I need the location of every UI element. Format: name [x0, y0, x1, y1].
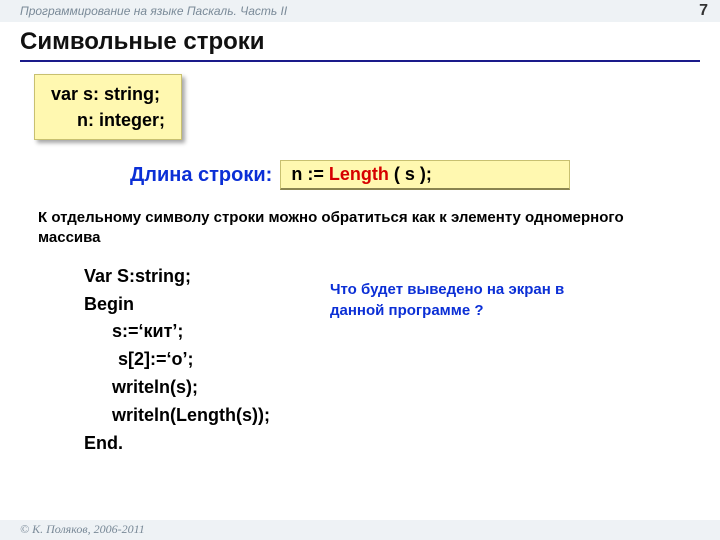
question-text: Что будет выведено на экран в данной про…	[330, 279, 590, 321]
page-number: 7	[699, 2, 708, 20]
decl-line-1: var s: string;	[51, 84, 160, 104]
length-label: Длина строки:	[130, 164, 272, 187]
slide-title: Символьные строки	[20, 28, 700, 62]
length-code: n := Length ( s );	[280, 160, 570, 190]
prog-line-5: writeln(s);	[84, 374, 270, 402]
code-prefix: n :=	[291, 164, 329, 184]
length-row: Длина строки: n := Length ( s );	[130, 160, 700, 190]
decl-line-2: n: integer;	[51, 107, 165, 133]
course-title: Программирование на языке Паскаль. Часть…	[20, 4, 287, 18]
slide-body: Символьные строки var s: string; n: inte…	[0, 22, 720, 540]
prog-line-1: Var S:string;	[84, 266, 191, 286]
code-keyword: Length	[329, 164, 389, 184]
content-columns: Var S:string; Begin s:=‘кит’; s[2]:=‘о’;…	[84, 263, 700, 458]
copyright-text: © К. Поляков, 2006-2011	[20, 522, 145, 536]
footer-bar: © К. Поляков, 2006-2011	[0, 520, 720, 540]
prog-line-3: s:=‘кит’;	[84, 318, 270, 346]
prog-line-2: Begin	[84, 294, 134, 314]
header-bar: Программирование на языке Паскаль. Часть…	[0, 0, 720, 22]
declaration-box: var s: string; n: integer;	[34, 74, 182, 140]
program-listing: Var S:string; Begin s:=‘кит’; s[2]:=‘о’;…	[84, 263, 270, 458]
prog-line-7: End.	[84, 433, 123, 453]
prog-line-6: writeln(Length(s));	[84, 402, 270, 430]
note-text: К отдельному символу строки можно обрати…	[38, 208, 682, 249]
prog-line-4: s[2]:=‘о’;	[84, 346, 270, 374]
code-suffix: ( s );	[389, 164, 432, 184]
